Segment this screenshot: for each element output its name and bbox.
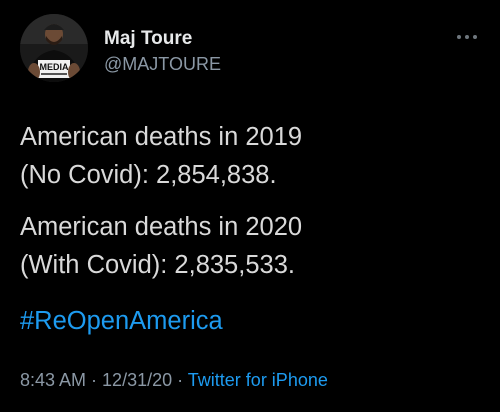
avatar-shirt-text: MEDIA <box>40 62 70 72</box>
tweet-source-link[interactable]: Twitter for iPhone <box>188 370 328 390</box>
meta-separator: · <box>86 370 103 390</box>
author-name[interactable]: Maj Toure <box>104 28 192 50</box>
author-handle[interactable]: @MAJTOURE <box>104 54 221 75</box>
avatar-photo-icon: MEDIA <box>20 14 88 82</box>
more-options-button[interactable] <box>454 30 480 44</box>
tweet-date[interactable]: 12/31/20 <box>102 370 172 390</box>
author-avatar[interactable]: MEDIA <box>20 14 88 82</box>
meta-separator: · <box>172 370 188 390</box>
tweet-meta: 8:43 AM · 12/31/20 · Twitter for iPhone <box>20 370 328 391</box>
ellipsis-icon <box>457 35 477 39</box>
tweet-line: (With Covid): 2,835,533. <box>20 251 295 279</box>
tweet-paragraph-2020: American deaths in 2020 (With Covid): 2,… <box>20 208 302 284</box>
tweet-line: (No Covid): 2,854,838. <box>20 161 277 189</box>
tweet-line: American deaths in 2020 <box>20 213 303 241</box>
tweet-time[interactable]: 8:43 AM <box>20 370 86 390</box>
tweet-line: American deaths in 2019 <box>20 123 303 151</box>
tweet-paragraph-2019: American deaths in 2019 (No Covid): 2,85… <box>20 118 302 194</box>
hashtag-link[interactable]: #ReOpenAmerica <box>20 302 223 340</box>
tweet-card: MEDIA Maj Toure @MAJTOURE American death… <box>0 0 500 412</box>
